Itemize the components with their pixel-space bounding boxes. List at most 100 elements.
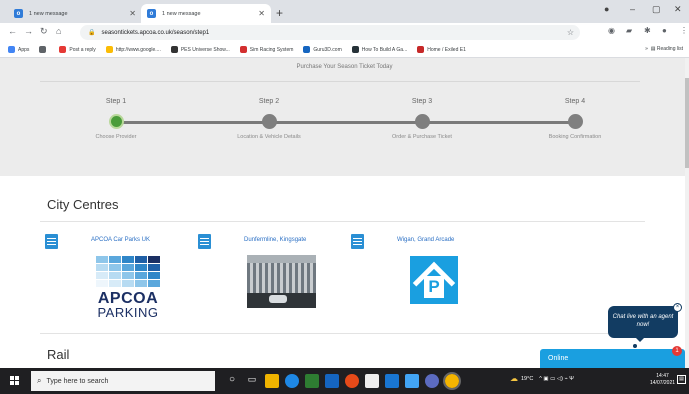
forward-icon[interactable]: → bbox=[24, 26, 33, 36]
bookmark-item[interactable]: Post a reply bbox=[59, 46, 96, 53]
outlook-icon[interactable] bbox=[385, 374, 399, 388]
reload-icon[interactable]: ↻ bbox=[40, 26, 48, 37]
bookmark-icon bbox=[8, 46, 15, 53]
page-title: Purchase Your Season Ticket Today bbox=[296, 64, 393, 70]
notifications-icon[interactable]: ▤ bbox=[677, 375, 686, 384]
bookmark-item[interactable]: http://www.google.... bbox=[105, 46, 161, 53]
windows-start-icon[interactable] bbox=[10, 376, 20, 386]
provider-link[interactable]: Dunfermline, Kingsgate bbox=[244, 237, 306, 243]
scrollbar-thumb[interactable] bbox=[685, 78, 689, 168]
bookmark-item[interactable]: How To Build A Ga... bbox=[351, 46, 407, 53]
bookmark-item[interactable]: PES Universe Show... bbox=[170, 46, 230, 53]
web-page: Purchase Your Season Ticket Today Step 1… bbox=[0, 58, 689, 368]
maximize-icon[interactable]: ▢ bbox=[652, 4, 661, 15]
menu-icon[interactable]: ⋮ bbox=[680, 26, 688, 35]
bookmark-icon bbox=[59, 46, 67, 53]
file-explorer-icon[interactable] bbox=[265, 374, 279, 388]
address-bar-row: ← → ↻ ⌂ 🔒 seasontickets.apcoa.co.uk/seas… bbox=[0, 23, 689, 42]
step-dot-active bbox=[108, 114, 124, 129]
word-icon[interactable] bbox=[325, 374, 339, 388]
photos-icon[interactable] bbox=[405, 374, 419, 388]
excel-icon[interactable] bbox=[305, 374, 319, 388]
notepad-icon[interactable] bbox=[365, 374, 379, 388]
search-placeholder: Type here to search bbox=[46, 377, 109, 385]
bookmark-item[interactable]: Apps bbox=[8, 46, 29, 53]
bookmark-icon bbox=[303, 46, 311, 53]
bookmark-icon bbox=[105, 46, 113, 53]
home-icon[interactable]: ⌂ bbox=[56, 26, 61, 36]
bookmark-icon bbox=[39, 46, 47, 53]
close-tab-icon[interactable]: ✕ bbox=[258, 9, 265, 18]
step-desc: Location & Vehicle Details bbox=[237, 134, 301, 140]
app-icon[interactable] bbox=[425, 374, 439, 388]
wigan-parking-logo[interactable]: P bbox=[410, 256, 458, 305]
chat-prompt-bubble[interactable]: Chat live with an agent now! bbox=[608, 306, 678, 342]
step-title: Step 1 bbox=[105, 98, 127, 105]
progress-line bbox=[116, 121, 576, 124]
extension-icon[interactable]: ▰ bbox=[626, 26, 632, 35]
page-scrollbar[interactable] bbox=[685, 58, 689, 368]
chrome-icon[interactable] bbox=[443, 372, 461, 390]
minimize-icon[interactable]: – bbox=[630, 4, 635, 14]
url-field[interactable]: 🔒 seasontickets.apcoa.co.uk/season/step1… bbox=[80, 25, 580, 40]
browser-tab-active[interactable]: o 1 new message ✕ bbox=[141, 4, 271, 23]
close-tab-icon[interactable]: ✕ bbox=[129, 9, 136, 18]
bookmark-item[interactable]: Sim Racing System bbox=[239, 46, 294, 53]
app-icon[interactable] bbox=[345, 374, 359, 388]
live-chat-online-tab[interactable]: Online bbox=[540, 349, 685, 368]
step-dot bbox=[414, 114, 430, 129]
parking-p-icon: P bbox=[424, 276, 444, 298]
divider bbox=[40, 81, 640, 82]
logo-grid bbox=[96, 256, 162, 287]
bookmark-label: Post a reply bbox=[69, 46, 96, 53]
apcoa-parking-logo[interactable]: APCOA PARKING bbox=[94, 256, 162, 321]
step-desc: Choose Provider bbox=[95, 134, 137, 140]
close-chat-icon[interactable]: × bbox=[673, 303, 682, 312]
step-desc: Booking Confirmation bbox=[548, 134, 602, 140]
close-window-icon[interactable]: ✕ bbox=[674, 4, 682, 15]
cortana-icon[interactable]: ○ bbox=[225, 374, 239, 388]
kingsgate-car-park-photo[interactable] bbox=[247, 255, 316, 308]
taskbar-search-input[interactable]: ⌕ Type here to search bbox=[31, 371, 215, 391]
bookmark-icon bbox=[351, 46, 359, 53]
weather-temp[interactable]: 19°C bbox=[521, 376, 533, 382]
provider-link[interactable]: Wigan, Grand Arcade bbox=[397, 237, 454, 243]
browser-tab[interactable]: o 1 new message ✕ bbox=[8, 4, 142, 23]
clock-date: 14/07/2021 bbox=[650, 380, 676, 386]
account-circle-icon[interactable]: ● bbox=[604, 4, 609, 14]
step-dot bbox=[261, 114, 277, 129]
bookmark-label: Sim Racing System bbox=[249, 46, 294, 53]
taskbar-clock[interactable]: 14:47 14/07/2021 bbox=[650, 373, 675, 387]
puzzle-icon[interactable]: ✱ bbox=[644, 26, 651, 35]
step-title: Step 2 bbox=[258, 98, 280, 105]
task-view-icon[interactable]: ▭ bbox=[245, 374, 259, 388]
back-icon[interactable]: ← bbox=[8, 26, 17, 36]
edge-icon[interactable] bbox=[285, 374, 299, 388]
bookmark-label: Guru3D.com bbox=[313, 46, 342, 53]
system-tray: ☁ 19°C ^ ▣ ▭ ◁) ⌁ Ψ bbox=[510, 374, 574, 383]
tray-icons[interactable]: ^ ▣ ▭ ◁) ⌁ Ψ bbox=[539, 376, 574, 382]
step-dot bbox=[567, 114, 583, 129]
bookmark-item[interactable]: Guru3D.com bbox=[303, 46, 342, 53]
taskbar-apps: ○ ▭ bbox=[222, 371, 462, 391]
calendar-icon bbox=[198, 234, 211, 249]
clock-time: 14:47 bbox=[656, 373, 669, 379]
search-icon: ⌕ bbox=[37, 376, 42, 385]
provider-link[interactable]: APCOA Car Parks UK bbox=[91, 237, 150, 243]
photo-facade bbox=[247, 263, 316, 293]
bookmark-icon bbox=[239, 46, 247, 53]
browser-tab-bar: o 1 new message ✕ o 1 new message ✕ + ● … bbox=[0, 0, 689, 23]
photo-car bbox=[269, 295, 287, 303]
bookmark-item[interactable]: Home / Exiled E1 bbox=[417, 46, 466, 53]
logo-subtext: PARKING bbox=[97, 305, 159, 320]
step-2: Step 2 Location & Vehicle Details bbox=[214, 98, 324, 140]
bookmark-item[interactable] bbox=[39, 46, 49, 53]
profile-icon[interactable]: ● bbox=[662, 26, 667, 35]
step-3: Step 3 Order & Purchase Ticket bbox=[367, 98, 477, 140]
new-tab-icon[interactable]: + bbox=[276, 6, 283, 20]
reading-list[interactable]: » ▤ Reading list bbox=[645, 46, 683, 52]
url-text: seasontickets.apcoa.co.uk/season/step1 bbox=[101, 29, 210, 36]
extension-icon[interactable]: ◉ bbox=[608, 26, 615, 35]
bookmark-star-icon[interactable]: ☆ bbox=[567, 28, 574, 37]
divider bbox=[40, 221, 645, 222]
